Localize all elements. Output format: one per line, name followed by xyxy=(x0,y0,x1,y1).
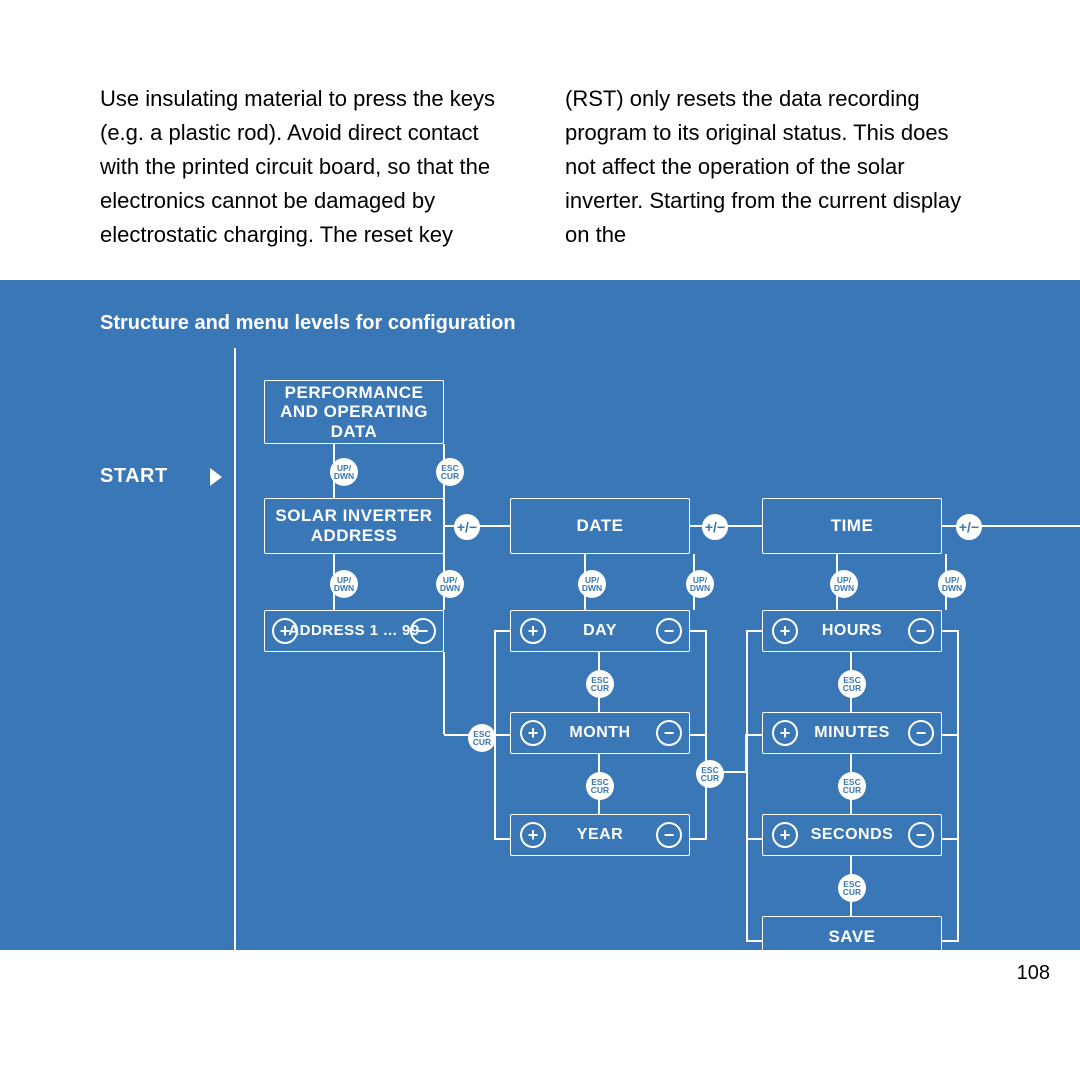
diagram-band: Structure and menu levels for configurat… xyxy=(0,280,1080,950)
minus-icon: − xyxy=(908,720,934,746)
badge-esccur: ESC CUR xyxy=(696,760,724,788)
badge-updwn: UP/ DWN xyxy=(330,570,358,598)
menu-diagram: START PERFORMANCE AND OPERATING DATA UP/… xyxy=(0,280,1080,950)
badge-updwn-bot: DWN xyxy=(334,584,354,593)
btn-plus-minus: +/− xyxy=(956,514,982,540)
badge-esccur: ESC CUR xyxy=(838,772,866,800)
box-date: DATE xyxy=(510,498,690,554)
badge-updwn: UP/ DWN xyxy=(686,570,714,598)
connector xyxy=(942,940,958,942)
badge-esccur-bot: CUR xyxy=(843,786,861,795)
connector xyxy=(980,525,1080,527)
plus-icon: + xyxy=(520,618,546,644)
connector xyxy=(942,838,958,840)
body-text: Use insulating material to press the key… xyxy=(100,82,970,252)
badge-esccur: ESC CUR xyxy=(838,874,866,902)
minus-icon: − xyxy=(908,822,934,848)
divider-line xyxy=(234,348,236,950)
connector xyxy=(746,940,762,942)
badge-esccur-bot: CUR xyxy=(701,774,719,783)
box-solar-address-label: SOLAR INVERTER ADDRESS xyxy=(265,506,443,545)
box-day-label: DAY xyxy=(583,622,617,640)
connector xyxy=(746,630,762,632)
connector xyxy=(690,630,706,632)
minus-icon: − xyxy=(656,618,682,644)
badge-updwn: UP/ DWN xyxy=(330,458,358,486)
badge-esccur-bot: CUR xyxy=(441,472,459,481)
connector xyxy=(443,652,445,734)
box-year-label: YEAR xyxy=(577,826,623,844)
badge-esccur: ESC CUR xyxy=(838,670,866,698)
badge-esccur: ESC CUR xyxy=(436,458,464,486)
connector xyxy=(690,838,706,840)
box-hours-label: HOURS xyxy=(822,622,882,640)
box-save: SAVE xyxy=(762,916,942,958)
box-time: TIME xyxy=(762,498,942,554)
box-address-range-label: ADDRESS 1 ... 99 xyxy=(288,622,419,639)
btn-plus-minus: +/− xyxy=(454,514,480,540)
box-solar-address: SOLAR INVERTER ADDRESS xyxy=(264,498,444,554)
badge-updwn-bot: DWN xyxy=(942,584,962,593)
badge-updwn-bot: DWN xyxy=(834,584,854,593)
connector xyxy=(494,630,510,632)
connector xyxy=(745,734,747,772)
badge-updwn: UP/ DWN xyxy=(436,570,464,598)
connector xyxy=(494,734,510,736)
box-month-label: MONTH xyxy=(569,724,630,742)
connector xyxy=(478,525,510,527)
play-icon xyxy=(210,468,222,486)
btn-plus-minus: +/− xyxy=(702,514,728,540)
connector xyxy=(746,630,748,942)
badge-updwn-bot: DWN xyxy=(582,584,602,593)
connector xyxy=(494,838,510,840)
badge-updwn-bot: DWN xyxy=(440,584,460,593)
badge-esccur-bot: CUR xyxy=(843,888,861,897)
connector xyxy=(746,734,762,736)
box-performance-label: PERFORMANCE AND OPERATING DATA xyxy=(265,383,443,442)
plus-icon: + xyxy=(772,618,798,644)
badge-esccur: ESC CUR xyxy=(586,772,614,800)
connector xyxy=(942,734,958,736)
badge-updwn: UP/ DWN xyxy=(938,570,966,598)
box-seconds-label: SECONDS xyxy=(811,826,894,844)
box-performance: PERFORMANCE AND OPERATING DATA xyxy=(264,380,444,444)
page-number: 108 xyxy=(1017,962,1050,985)
minus-icon: − xyxy=(656,720,682,746)
box-time-label: TIME xyxy=(831,516,874,536)
connector xyxy=(726,525,762,527)
badge-updwn-bot: DWN xyxy=(334,472,354,481)
box-minutes-label: MINUTES xyxy=(814,724,890,742)
box-save-label: SAVE xyxy=(828,927,875,947)
badge-updwn: UP/ DWN xyxy=(578,570,606,598)
plus-icon: + xyxy=(520,720,546,746)
plus-icon: + xyxy=(272,618,298,644)
badge-esccur: ESC CUR xyxy=(468,724,496,752)
badge-updwn: UP/ DWN xyxy=(830,570,858,598)
badge-esccur-bot: CUR xyxy=(473,738,491,747)
plus-icon: + xyxy=(772,720,798,746)
connector xyxy=(690,734,706,736)
badge-esccur-bot: CUR xyxy=(591,684,609,693)
minus-icon: − xyxy=(410,618,436,644)
minus-icon: − xyxy=(908,618,934,644)
badge-updwn-bot: DWN xyxy=(690,584,710,593)
connector xyxy=(957,630,959,942)
minus-icon: − xyxy=(656,822,682,848)
connector xyxy=(942,630,958,632)
plus-icon: + xyxy=(772,822,798,848)
plus-icon: + xyxy=(520,822,546,848)
connector xyxy=(746,838,762,840)
box-date-label: DATE xyxy=(576,516,623,536)
badge-esccur: ESC CUR xyxy=(586,670,614,698)
start-label: START xyxy=(100,465,168,488)
badge-esccur-bot: CUR xyxy=(591,786,609,795)
badge-esccur-bot: CUR xyxy=(843,684,861,693)
